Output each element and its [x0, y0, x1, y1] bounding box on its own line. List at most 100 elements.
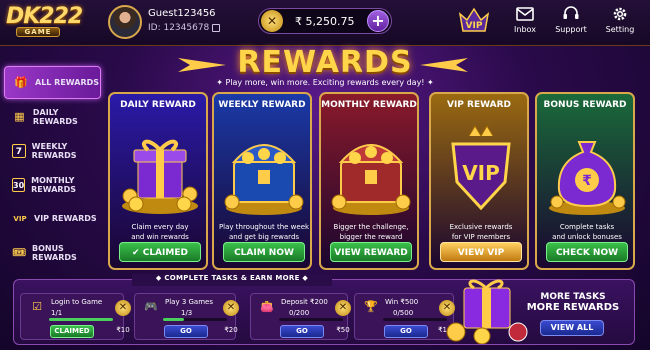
- card-description: Bigger the challenge, bigger the reward: [325, 222, 417, 242]
- gift-box-illustration: [122, 139, 198, 214]
- card-title: VIP REWARD: [446, 100, 511, 110]
- task-label: Login to Game: [51, 298, 103, 306]
- add-funds-button[interactable]: +: [367, 10, 389, 32]
- vip-icon: VIP: [13, 214, 27, 223]
- sidebar-item-label: VIP REWARDS: [34, 214, 97, 223]
- support-button[interactable]: Support: [548, 5, 594, 34]
- calendar-7-icon: 7: [12, 143, 26, 158]
- nav-label-inbox: Inbox: [514, 25, 536, 34]
- sidebar-item-vip-rewards[interactable]: VIP VIP REWARDS: [4, 202, 101, 235]
- task-label: Play 3 Games: [165, 298, 213, 306]
- sidebar-item-label: MONTHLY REWARDS: [31, 175, 76, 194]
- monthly-reward-card[interactable]: MONTHLY REWARD Bigger the challenge, bigg…: [319, 92, 419, 270]
- card-desc-line: bigger the reward: [339, 233, 403, 241]
- top-bar: DK222 GAME Guest123456 ID: 12345678 ✕ ₹ …: [0, 0, 650, 46]
- gear-icon: [613, 7, 627, 21]
- avatar[interactable]: [108, 5, 142, 39]
- claimed-button[interactable]: ✔ CLAIMED: [119, 242, 201, 262]
- go-button[interactable]: GO: [164, 325, 208, 338]
- card-desc-line: Bigger the challenge,: [333, 223, 409, 231]
- user-id-text: ID: 12345678: [148, 23, 210, 33]
- view-vip-button[interactable]: VIEW VIP: [440, 242, 522, 262]
- card-description: Exclusive rewards for VIP members: [435, 222, 527, 242]
- balance-amount: ₹ 5,250.75: [295, 14, 355, 28]
- more-tasks-title: MORE TASKS MORE REWARDS: [526, 292, 620, 313]
- inbox-button[interactable]: Inbox: [502, 5, 548, 34]
- svg-text:₹: ₹: [582, 173, 592, 189]
- sidebar-item-weekly-rewards[interactable]: 7 WEEKLY REWARDS: [4, 134, 101, 167]
- task-progress: 0/500: [393, 309, 414, 317]
- card-description: Play throughout the week and get big rewa…: [218, 222, 310, 242]
- task-login[interactable]: ☑ Login to Game 1/1 CLAIMED ✕ ₹10: [20, 293, 131, 340]
- claimed-button[interactable]: CLAIMED: [50, 325, 94, 338]
- sidebar-item-daily-rewards[interactable]: ▦ DAILY REWARDS: [4, 100, 101, 133]
- task-reward-amount: ₹20: [224, 326, 238, 334]
- sidebar-item-label: BONUS REWARDS: [31, 243, 77, 262]
- card-title: MONTHLY REWARD: [321, 100, 417, 110]
- task-reward: ✕ ₹20: [221, 300, 241, 334]
- treasure-chest-illustration: [331, 144, 411, 215]
- nav-label-setting: Setting: [605, 25, 635, 34]
- card-desc-line: and unlock bonuses: [552, 233, 622, 241]
- tasks-header: ◆ COMPLETE TASKS & EARN MORE ◆: [132, 274, 332, 286]
- task-label: Deposit ₹200: [281, 298, 328, 306]
- coin-icon: ✕: [261, 10, 283, 32]
- task-play-games[interactable]: 🎮 Play 3 Games 1/3 GO ✕ ₹20: [134, 293, 239, 340]
- calendar-icon: ▦: [14, 109, 25, 123]
- check-now-button[interactable]: CHECK NOW: [546, 242, 628, 262]
- calendar-30-icon: 30: [12, 177, 26, 192]
- card-desc-line: Play throughout the week: [218, 223, 310, 231]
- settings-button[interactable]: Setting: [597, 5, 643, 34]
- card-desc-line: and get big rewards: [228, 233, 300, 241]
- view-reward-button[interactable]: VIEW REWARD: [330, 242, 412, 262]
- right-wing-decoration: [420, 58, 468, 72]
- more-tasks-line1: MORE TASKS: [540, 292, 606, 302]
- ticket-icon: 🎟: [12, 245, 26, 259]
- mail-icon: [516, 7, 534, 21]
- weekly-reward-card[interactable]: WEEKLY REWARD Play throughout the week an…: [212, 92, 312, 270]
- task-progress-bar: [163, 318, 227, 321]
- card-desc-line: Claim every day: [131, 223, 189, 231]
- task-reward-amount: ₹50: [336, 326, 350, 334]
- vip-badge[interactable]: VIP: [457, 6, 491, 36]
- sidebar-item-monthly-rewards[interactable]: 30 MONTHLY REWARDS: [4, 168, 101, 201]
- more-tasks-line2: MORE REWARDS: [526, 302, 620, 313]
- view-all-button[interactable]: VIEW ALL: [540, 320, 604, 336]
- task-progress-fill: [163, 318, 185, 321]
- task-reward: ✕ ₹10: [113, 300, 133, 334]
- card-desc-line: Complete tasks: [559, 223, 615, 231]
- daily-reward-card[interactable]: DAILY REWARD Claim every day and win rewa…: [108, 92, 208, 270]
- card-title: BONUS REWARD: [543, 100, 627, 110]
- card-description: Complete tasks and unlock bonuses: [541, 222, 633, 242]
- card-desc-line: for VIP members: [451, 233, 511, 241]
- gamepad-icon: 🎮: [144, 300, 158, 313]
- logo-text: DK222: [6, 4, 83, 29]
- sidebar-item-label: DAILY REWARDS: [32, 107, 78, 126]
- task-reward: ✕ ₹50: [333, 300, 353, 334]
- username: Guest123456: [148, 8, 216, 19]
- task-win[interactable]: 🏆 Win ₹500 0/500 GO ✕ ₹100: [354, 293, 456, 340]
- task-deposit[interactable]: 👛 Deposit ₹200 0/200 GO ✕ ₹50: [250, 293, 351, 340]
- coin-icon: ✕: [335, 300, 351, 316]
- sidebar-item-all-rewards[interactable]: 🎁 ALL REWARDS: [4, 66, 101, 99]
- logo[interactable]: DK222 GAME: [6, 4, 86, 40]
- balance-pill: ✕ ₹ 5,250.75 +: [258, 8, 392, 34]
- sidebar-item-bonus-rewards[interactable]: 🎟 BONUS REWARDS: [4, 236, 101, 269]
- sidebar-item-label: WEEKLY REWARDS: [31, 141, 77, 160]
- bonus-reward-card[interactable]: BONUS REWARD ₹ Complete tasks and unlock …: [535, 92, 635, 270]
- card-desc-line: and win rewards: [131, 233, 189, 241]
- vip-reward-card[interactable]: VIP REWARD VIP Exclusive rewards for VIP …: [429, 92, 529, 270]
- headset-icon: [563, 6, 579, 19]
- coin-icon: ✕: [223, 300, 239, 316]
- card-title: WEEKLY REWARD: [218, 100, 306, 110]
- task-progress-fill: [49, 318, 113, 321]
- go-button[interactable]: GO: [384, 325, 428, 338]
- gift-icon: 🎁: [14, 75, 28, 89]
- wallet-icon: 👛: [260, 300, 274, 313]
- go-button[interactable]: GO: [280, 325, 324, 338]
- copy-icon[interactable]: [212, 24, 221, 32]
- checkbox-icon: ☑: [32, 300, 42, 313]
- claim-now-button[interactable]: CLAIM NOW: [223, 242, 305, 262]
- page-subtitle-text: Play more, win more. Exciting rewards ev…: [225, 78, 425, 87]
- task-reward-amount: ₹10: [116, 326, 130, 334]
